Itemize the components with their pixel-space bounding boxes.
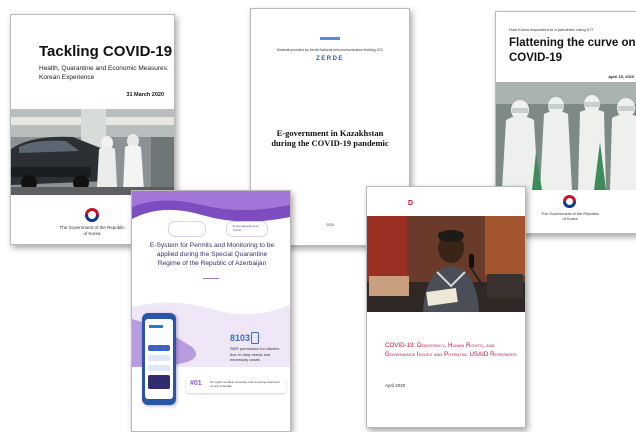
- cover-subtitle: Health, Quarantine and Economic Measures…: [39, 65, 169, 81]
- cover-footer: The Government of the Republic of Korea: [59, 225, 125, 236]
- radio-broadcaster-photo: [367, 216, 525, 312]
- rank-number: #01: [190, 380, 202, 387]
- report-date: April 2020: [385, 383, 406, 388]
- cover-kicker: How Korea responded to a pandemic using …: [509, 27, 594, 32]
- title-divider: [203, 278, 219, 279]
- stat-number: 8103: [230, 333, 251, 343]
- partner-badge-left: [168, 221, 206, 237]
- cover-date: April 15, 2020: [608, 74, 634, 79]
- report-title: COVID-19: Democracy, Human Rights, and G…: [385, 342, 517, 358]
- rank-card: #01 for urgent medical necessity and rec…: [186, 377, 286, 393]
- partner-label: E-Gov Development Center: [233, 224, 259, 232]
- zerde-logo: ZERDE: [251, 29, 409, 65]
- document-cover-azerbaijan-esystem: E-Gov Development Center E-System for Pe…: [131, 190, 291, 432]
- zerde-logo-text: ZERDE: [316, 56, 344, 62]
- document-cover-usaid-covid: D COVID-19: Democracy, Human Rights, and…: [366, 186, 526, 428]
- korea-government-emblem-icon: [85, 208, 99, 222]
- stat-description: SMS permission for citizens due to daily…: [230, 346, 280, 362]
- logo-fragment: D: [408, 200, 414, 207]
- cover-title: Tackling COVID-19: [39, 43, 173, 60]
- cover-title: Flattening the curve on COVID-19: [509, 37, 636, 64]
- korea-government-emblem-icon: [563, 195, 576, 208]
- partner-badge-right: E-Gov Development Center: [226, 221, 268, 237]
- report-title: E-System for Permits and Monitoring to b…: [149, 242, 275, 267]
- cover-date: 31 March 2020: [126, 92, 164, 98]
- material-provider: Material provided by Zerde National Info…: [276, 48, 384, 52]
- protective-suits-photo: [496, 82, 636, 190]
- rank-description: for urgent medical necessity and receivi…: [210, 380, 280, 388]
- phone-glyph-icon: [251, 332, 259, 344]
- report-title: E-government in Kazakhstan during the CO…: [271, 128, 389, 148]
- phone-mockup: [142, 313, 176, 405]
- drive-through-testing-photo: [11, 109, 174, 195]
- cover-footer: The Government of the Republic of Korea: [541, 211, 599, 221]
